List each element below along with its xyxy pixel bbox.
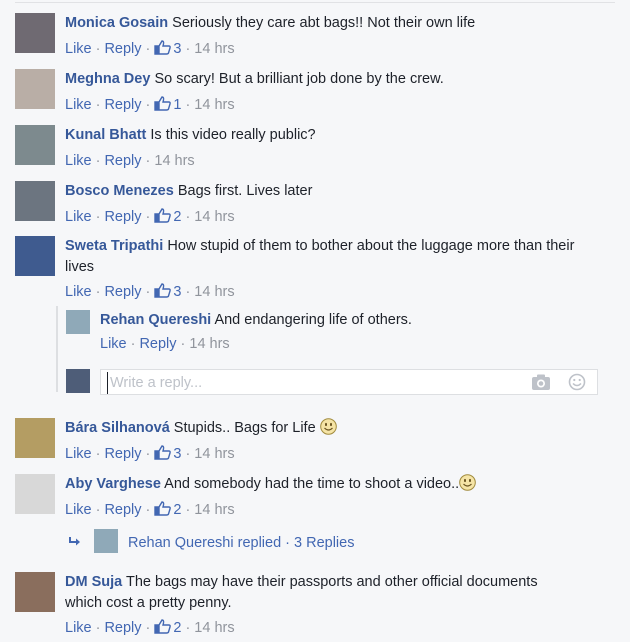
comment-text: And somebody had the time to shoot a vid… [164,476,460,492]
reply-input-box[interactable] [100,369,598,395]
reply-input[interactable] [107,372,512,394]
like-link[interactable]: Like [65,620,92,636]
comment-text: Is this video really public? [150,127,316,143]
reply-link[interactable]: Reply [104,97,141,113]
comment-text: And endangering life of others. [214,312,412,328]
like-link[interactable]: Like [65,284,92,300]
like-link[interactable]: Like [65,97,92,113]
timestamp[interactable]: 14 hrs [194,41,234,57]
avatar[interactable] [15,125,55,165]
avatar [94,529,118,553]
reply-comment: Rehan Quereshi And endangering life of o… [66,310,620,356]
comment-actions: Like · Reply · 3 · 14 hrs [65,40,235,57]
commenter-name[interactable]: Monica Gosain [65,15,168,31]
reply-link[interactable]: Reply [104,284,141,300]
commenter-name[interactable]: Meghna Dey [65,71,150,87]
reply-link[interactable]: Reply [104,209,141,225]
current-user-avatar [66,369,90,393]
comment-text: Bags first. Lives later [177,183,313,199]
smiley-icon[interactable] [567,373,587,391]
thumbs-up-icon[interactable] [154,208,172,223]
reply-link[interactable]: Reply [104,620,141,636]
like-link[interactable]: Like [65,446,92,462]
comment-actions: Like · Reply · 2 · 14 hrs [65,501,235,518]
replied-text[interactable]: Rehan Quereshi replied [128,535,281,551]
thumbs-up-icon[interactable] [154,501,172,516]
view-replies-link[interactable]: Rehan Quereshi replied · 3 Replies [68,529,354,553]
reply-link[interactable]: Reply [104,41,141,57]
like-link[interactable]: Like [100,336,127,352]
replies-count[interactable]: 3 Replies [294,535,354,551]
comment-actions: Like · Reply · 2 · 14 hrs [65,619,235,636]
commenter-name[interactable]: Sweta Tripathi [65,238,163,254]
camera-icon[interactable] [531,373,551,391]
comment-actions: Like · Reply · 1 · 14 hrs [65,96,235,113]
avatar[interactable] [15,474,55,514]
commenter-name[interactable]: Kunal Bhatt [65,127,146,143]
comment: Bára Silhanová Stupids.. Bags for Life L… [15,418,620,468]
avatar[interactable] [15,13,55,53]
timestamp[interactable]: 14 hrs [194,97,234,113]
smiley-emoji-icon [459,474,476,491]
commenter-name[interactable]: DM Suja [65,574,122,590]
comment: Sweta Tripathi How stupid of them to bot… [15,236,620,306]
comment-actions: Like · Reply · 2 · 14 hrs [65,208,235,225]
timestamp[interactable]: 14 hrs [189,336,229,352]
timestamp[interactable]: 14 hrs [154,153,194,169]
divider [15,2,615,3]
comment: Bosco Menezes Bags first. Lives later Li… [15,181,620,231]
reply-thread-rail [56,306,58,392]
timestamp[interactable]: 14 hrs [194,446,234,462]
commenter-name[interactable]: Rehan Quereshi [100,312,211,328]
reply-link[interactable]: Reply [104,446,141,462]
comment-text: The bags may have their passports and ot… [65,574,538,611]
thumbs-up-icon[interactable] [154,96,172,111]
comment-text: So scary! But a brilliant job done by th… [154,71,444,87]
comment-actions: Like · Reply · 14 hrs [65,153,195,169]
commenter-name[interactable]: Bosco Menezes [65,183,174,199]
comment-text: Stupids.. Bags for Life [173,420,316,436]
reply-link[interactable]: Reply [139,336,176,352]
comment: Meghna Dey So scary! But a brilliant job… [15,69,620,119]
thumbs-up-icon[interactable] [154,445,172,460]
smiley-emoji-icon [319,418,337,435]
comment-text: Seriously they care abt bags!! Not their… [172,15,476,31]
like-link[interactable]: Like [65,153,92,169]
comment: DM Suja The bags may have their passport… [15,572,620,638]
reply-link[interactable]: Reply [104,502,141,518]
thumbs-up-icon[interactable] [154,619,172,634]
avatar[interactable] [15,181,55,221]
avatar[interactable] [15,69,55,109]
like-link[interactable]: Like [65,502,92,518]
like-link[interactable]: Like [65,41,92,57]
comment-actions: Like · Reply · 3 · 14 hrs [65,283,235,300]
timestamp[interactable]: 14 hrs [194,620,234,636]
timestamp[interactable]: 14 hrs [194,209,234,225]
reply-arrow-icon [69,537,80,546]
avatar[interactable] [15,572,55,612]
timestamp[interactable]: 14 hrs [194,502,234,518]
comment: Aby Varghese And somebody had the time t… [15,474,620,524]
avatar[interactable] [15,236,55,276]
thumbs-up-icon[interactable] [154,40,172,55]
comment-actions: Like · Reply · 14 hrs [100,336,230,352]
commenter-name[interactable]: Aby Varghese [65,476,161,492]
commenter-name[interactable]: Bára Silhanová [65,420,170,436]
avatar[interactable] [66,310,90,334]
thumbs-up-icon[interactable] [154,283,172,298]
avatar[interactable] [15,418,55,458]
comment-actions: Like · Reply · 3 · 14 hrs [65,445,235,462]
timestamp[interactable]: 14 hrs [194,284,234,300]
reply-link[interactable]: Reply [104,153,141,169]
comment: Monica Gosain Seriously they care abt ba… [15,13,620,63]
comment: Kunal Bhatt Is this video really public?… [15,125,620,175]
like-link[interactable]: Like [65,209,92,225]
